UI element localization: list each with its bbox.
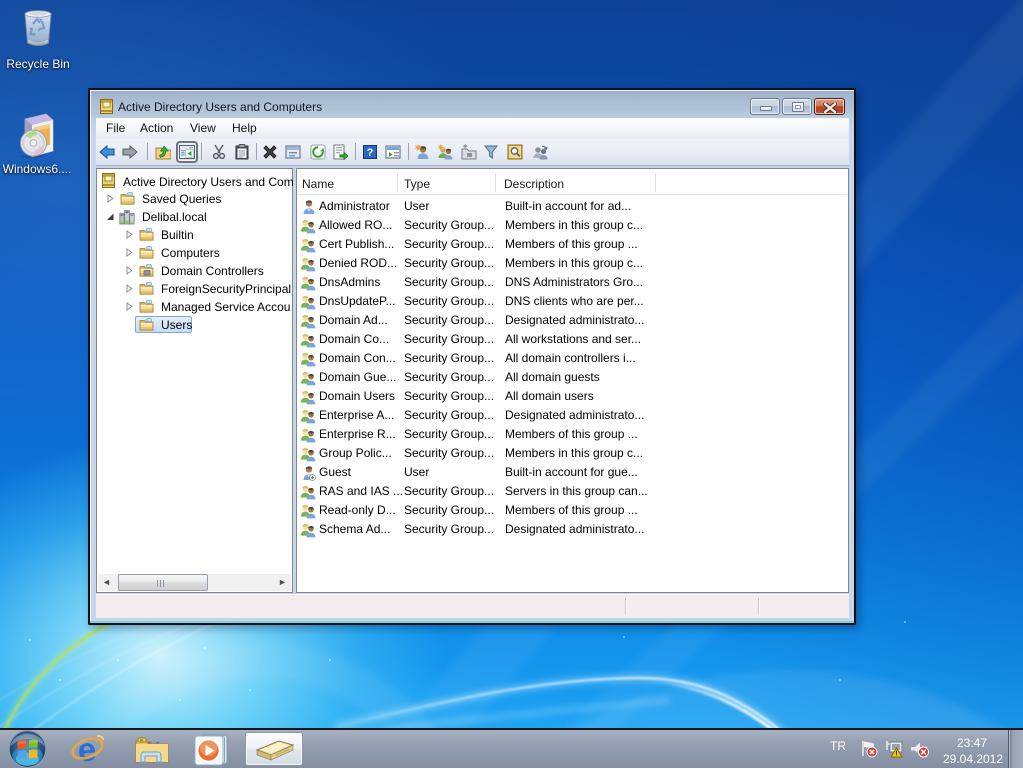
svg-text:?: ? (367, 147, 374, 159)
svg-text:e: e (76, 731, 98, 769)
svg-text:!: ! (895, 749, 898, 758)
